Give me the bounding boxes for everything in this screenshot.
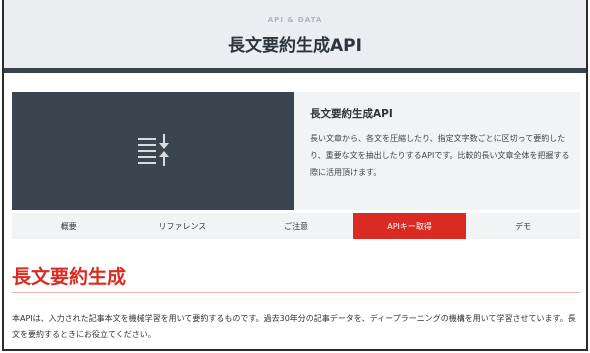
hero-title: 長文要約生成API	[310, 108, 393, 120]
hero-image	[12, 92, 294, 210]
section-body: 本APIは、入力された記事本文を機械学習を用いて要約するものです。過去30年分の…	[12, 314, 576, 339]
hero-panel: 長文要約生成API 長い文章から、各文を圧縮したり、指定文字数ごとに区切って要約…	[294, 92, 580, 210]
hero-description: 長い文章から、各文を圧縮したり、指定文字数ごとに区切って要約したり、重要な文を抽…	[310, 134, 570, 177]
page-header: API & DATA 長文要約生成API	[4, 0, 586, 68]
tab-overview[interactable]: 概要	[12, 213, 126, 239]
header-divider	[4, 68, 586, 73]
header-subtitle: API & DATA	[267, 16, 323, 24]
page-title: 長文要約生成API	[228, 36, 362, 56]
section-divider	[12, 292, 580, 293]
tab-demo[interactable]: デモ	[466, 213, 580, 239]
tab-api-key[interactable]: APIキー取得	[352, 213, 467, 239]
tab-notes[interactable]: ご注意	[239, 213, 353, 239]
page-frame: API & DATA 長文要約生成API 長文要約生成API 長い文章から、各文…	[2, 0, 588, 351]
section-title: 長文要約生成	[12, 266, 127, 288]
tab-bar: 概要 リファレンス ご注意 APIキー取得 デモ	[12, 213, 580, 239]
sort-lines-icon	[138, 134, 169, 166]
tab-reference[interactable]: リファレンス	[126, 213, 240, 239]
